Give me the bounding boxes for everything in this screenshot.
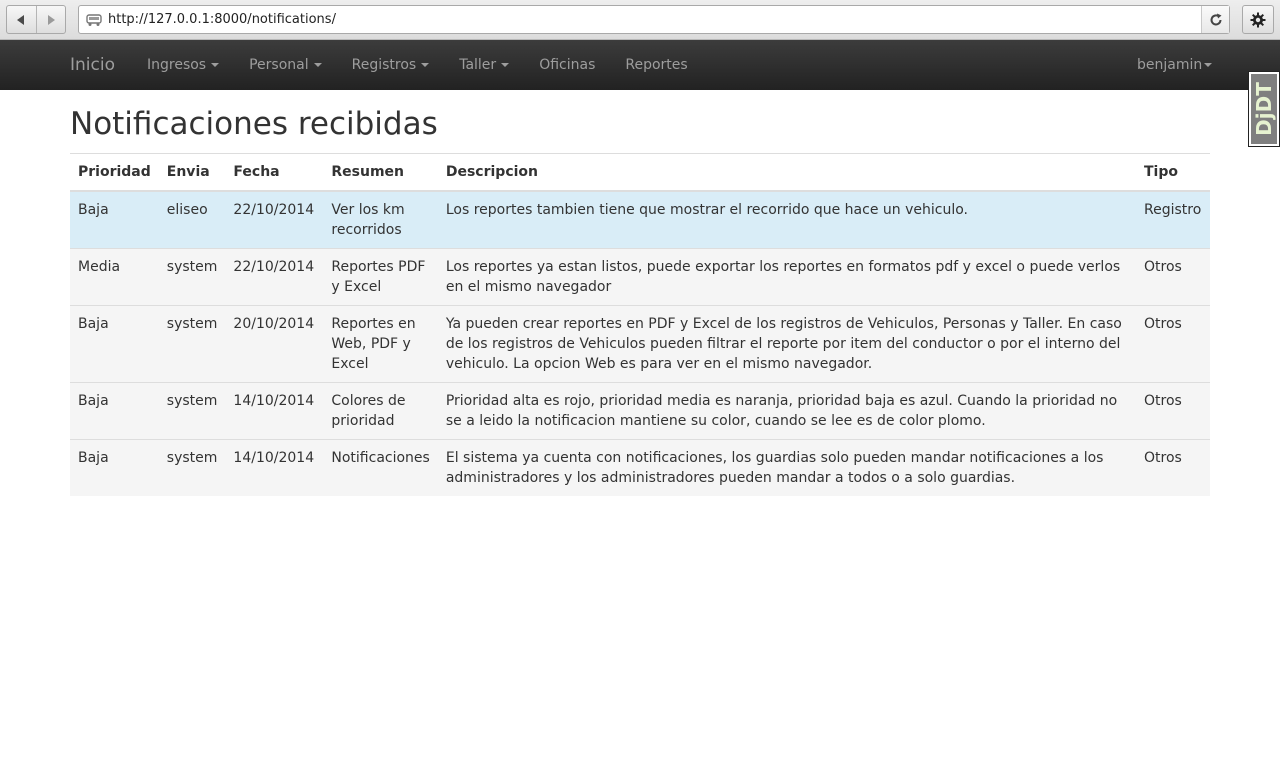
cell-fecha: 14/10/2014 <box>225 439 324 496</box>
top-navbar: Inicio Ingresos Personal Registros Talle… <box>0 40 1280 90</box>
user-menu[interactable]: benjamin <box>1137 40 1213 90</box>
page-title: Notificaciones recibidas <box>70 106 438 142</box>
gear-icon <box>1250 12 1266 27</box>
settings-button[interactable] <box>1242 5 1274 34</box>
user-name: benjamin <box>1137 57 1203 73</box>
table-row[interactable]: Media system 22/10/2014 Reportes PDF y E… <box>70 248 1210 306</box>
cell-envia: system <box>158 248 226 306</box>
cell-prioridad: Baja <box>70 382 159 440</box>
nav-item-ingresos[interactable]: Ingresos <box>132 40 234 90</box>
column-header-tipo: Tipo <box>1136 153 1210 192</box>
nav-item-label: Oficinas <box>539 57 596 73</box>
brand-link[interactable]: Inicio <box>70 55 115 75</box>
history-buttons <box>6 5 66 34</box>
back-button[interactable] <box>7 6 36 33</box>
debug-toolbar-handle[interactable]: DjDT <box>1248 71 1280 147</box>
cell-descripcion: Los reportes tambien tiene que mostrar e… <box>437 190 1136 249</box>
cell-resumen: Notificaciones <box>323 439 438 496</box>
cell-fecha: 14/10/2014 <box>225 382 324 440</box>
nav-item-reportes[interactable]: Reportes <box>610 40 702 90</box>
nav-item-label: Personal <box>249 57 309 73</box>
site-icon <box>86 12 104 28</box>
browser-toolbar: http://127.0.0.1:8000/notifications/ <box>0 0 1280 40</box>
cell-fecha: 22/10/2014 <box>225 248 324 306</box>
nav-item-taller[interactable]: Taller <box>444 40 524 90</box>
caret-down-icon <box>313 63 322 67</box>
debug-toolbar-label: DjDT <box>1252 82 1277 136</box>
column-header-descripcion: Descripcion <box>437 153 1136 192</box>
cell-envia: system <box>158 382 226 440</box>
nav-item-label: Reportes <box>625 57 688 73</box>
caret-down-icon <box>421 63 430 67</box>
column-header-prioridad: Prioridad <box>70 153 159 192</box>
cell-descripcion: Ya pueden crear reportes en PDF y Excel … <box>437 305 1136 383</box>
cell-descripcion: El sistema ya cuenta con notificaciones,… <box>437 439 1136 496</box>
cell-tipo: Otros <box>1136 305 1210 383</box>
cell-prioridad: Baja <box>70 439 159 496</box>
nav-item-oficinas[interactable]: Oficinas <box>524 40 610 90</box>
cell-tipo: Otros <box>1136 382 1210 440</box>
cell-resumen: Reportes PDF y Excel <box>323 248 438 306</box>
nav-item-label: Ingresos <box>147 57 207 73</box>
notifications-table: Prioridad Envia Fecha Resumen Descripcio… <box>70 153 1210 496</box>
cell-prioridad: Baja <box>70 305 159 383</box>
cell-fecha: 22/10/2014 <box>225 190 324 249</box>
reload-button[interactable] <box>1201 6 1229 33</box>
nav-menu: Ingresos Personal Registros Taller Ofici… <box>132 40 703 90</box>
address-bar[interactable]: http://127.0.0.1:8000/notifications/ <box>78 5 1230 34</box>
table-row[interactable]: Baja system 14/10/2014 Notificaciones El… <box>70 439 1210 496</box>
caret-down-icon <box>1204 63 1213 67</box>
cell-envia: system <box>158 439 226 496</box>
arrow-left-icon <box>17 14 25 25</box>
cell-resumen: Colores de prioridad <box>323 382 438 440</box>
url-text[interactable]: http://127.0.0.1:8000/notifications/ <box>108 12 1201 27</box>
debug-toolbar-logo: DjDT <box>1251 74 1277 144</box>
cell-resumen: Reportes en Web, PDF y Excel <box>323 305 438 383</box>
table-header-row: Prioridad Envia Fecha Resumen Descripcio… <box>70 153 1210 192</box>
column-header-envia: Envia <box>158 153 226 192</box>
table-row[interactable]: Baja system 20/10/2014 Reportes en Web, … <box>70 305 1210 383</box>
cell-envia: system <box>158 305 226 383</box>
caret-down-icon <box>211 63 220 67</box>
cell-tipo: Otros <box>1136 248 1210 306</box>
nav-item-label: Taller <box>459 57 497 73</box>
table-row[interactable]: Baja eliseo 22/10/2014 Ver los km recorr… <box>70 190 1210 249</box>
cell-tipo: Registro <box>1136 190 1210 249</box>
cell-descripcion: Prioridad alta es rojo, prioridad media … <box>437 382 1136 440</box>
cell-envia: eliseo <box>158 190 226 249</box>
nav-item-registros[interactable]: Registros <box>337 40 445 90</box>
cell-resumen: Ver los km recorridos <box>323 190 438 249</box>
forward-button[interactable] <box>35 6 65 33</box>
table-row[interactable]: Baja system 14/10/2014 Colores de priori… <box>70 382 1210 440</box>
reload-icon <box>1210 13 1221 25</box>
cell-prioridad: Baja <box>70 190 159 249</box>
cell-tipo: Otros <box>1136 439 1210 496</box>
cell-fecha: 20/10/2014 <box>225 305 324 383</box>
column-header-resumen: Resumen <box>323 153 438 192</box>
caret-down-icon <box>501 63 510 67</box>
arrow-right-icon <box>47 14 55 25</box>
cell-descripcion: Los reportes ya estan listos, puede expo… <box>437 248 1136 306</box>
cell-prioridad: Media <box>70 248 159 306</box>
nav-item-personal[interactable]: Personal <box>234 40 337 90</box>
notifications-table-container: Prioridad Envia Fecha Resumen Descripcio… <box>70 153 1210 496</box>
nav-item-label: Registros <box>351 57 417 73</box>
column-header-fecha: Fecha <box>225 153 324 192</box>
